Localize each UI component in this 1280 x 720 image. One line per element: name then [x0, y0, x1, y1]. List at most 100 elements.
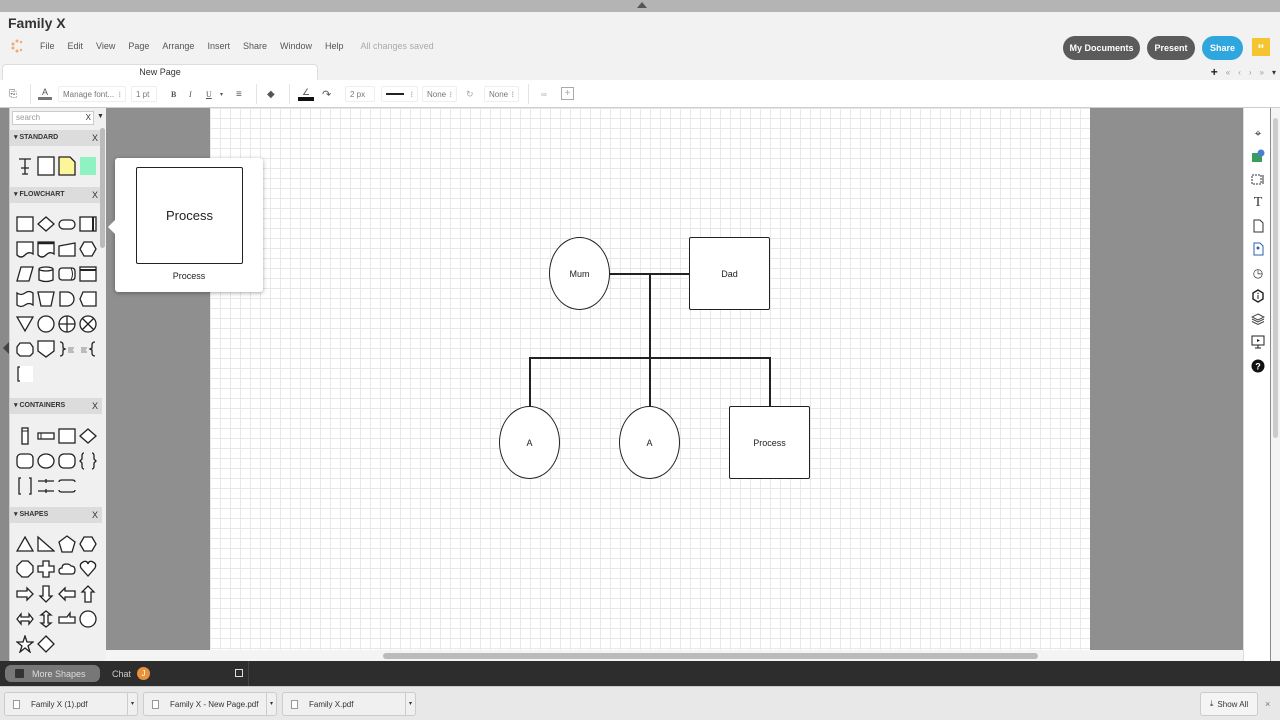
ellipse-container-icon[interactable] — [35, 448, 56, 473]
annotation-left-icon[interactable] — [77, 336, 98, 361]
comments-quote-icon[interactable]: " — [1252, 38, 1270, 57]
preview-process-shape[interactable]: Process — [136, 167, 243, 264]
shape-panel-scrollbar[interactable] — [100, 128, 105, 248]
down-arrow-icon[interactable] — [35, 581, 56, 606]
menu-page[interactable]: Page — [128, 41, 149, 51]
tag-container-icon[interactable] — [56, 448, 77, 473]
prev-page-icon[interactable]: ‹ — [1238, 68, 1241, 77]
connector-parents-children[interactable] — [649, 273, 651, 358]
horizontal-scrollbar[interactable] — [383, 653, 1038, 659]
maximize-chat-icon[interactable] — [235, 669, 243, 677]
document-image-icon[interactable] — [1250, 241, 1266, 257]
download-options-icon[interactable]: ▾ — [266, 693, 276, 715]
direct-data-icon[interactable] — [56, 261, 77, 286]
heart-shape-icon[interactable] — [77, 556, 98, 581]
close-section-icon[interactable]: X — [92, 398, 98, 414]
multi-document-icon[interactable] — [35, 236, 56, 261]
horizontal-brace-icon[interactable] — [56, 473, 77, 498]
process-shape-icon[interactable] — [14, 211, 35, 236]
diamond-shape-icon[interactable] — [35, 631, 56, 656]
page-properties-icon[interactable] — [1250, 218, 1266, 234]
line-curve-icon[interactable]: ↷ — [322, 86, 331, 102]
summing-junction-icon[interactable] — [77, 311, 98, 336]
swap-arrows-icon[interactable]: ↻ — [466, 86, 474, 102]
or-shape-icon[interactable] — [56, 311, 77, 336]
bracket-container-icon[interactable] — [14, 473, 35, 498]
more-shapes-button[interactable]: More Shapes — [5, 665, 100, 682]
shape-search-input[interactable]: search X — [12, 111, 94, 125]
image-insert-icon[interactable] — [1250, 148, 1266, 164]
download-item[interactable]: Family X - New Page.pdf ▾ — [143, 692, 277, 716]
download-options-icon[interactable]: ▾ — [405, 693, 415, 715]
text-color-button[interactable]: A — [38, 86, 52, 102]
data-shape-icon[interactable] — [14, 261, 35, 286]
text-align-icon[interactable]: ≡ — [236, 86, 242, 102]
show-all-downloads-button[interactable]: ⤓ Show All — [1200, 692, 1258, 716]
pentagon-shape-icon[interactable] — [56, 531, 77, 556]
connector-child3[interactable] — [769, 357, 771, 407]
layers-icon[interactable] — [1250, 311, 1266, 327]
pages-dropdown-icon[interactable]: ▾ — [1272, 68, 1276, 77]
rounded-container-icon[interactable] — [14, 448, 35, 473]
preparation-shape-icon[interactable] — [77, 236, 98, 261]
underline-dropdown-icon[interactable]: ▾ — [220, 86, 223, 102]
internal-storage-icon[interactable] — [77, 261, 98, 286]
arrow-start-select[interactable]: None ⁝ — [422, 86, 457, 102]
next-page-icon[interactable]: › — [1249, 68, 1252, 77]
rectangle-container-icon[interactable] — [56, 423, 77, 448]
page-size-icon[interactable] — [1250, 171, 1266, 187]
node-dad[interactable]: Dad — [689, 237, 770, 310]
horizontal-pool-icon[interactable] — [35, 423, 56, 448]
collapse-caret-icon[interactable] — [637, 2, 647, 8]
italic-button[interactable]: I — [189, 86, 192, 102]
fill-color-icon[interactable]: ◆ — [267, 86, 275, 102]
clear-search-icon[interactable]: X — [86, 112, 91, 124]
first-page-icon[interactable]: « — [1226, 68, 1230, 77]
revision-history-icon[interactable]: ◷ — [1250, 265, 1266, 281]
cloud-shape-icon[interactable] — [56, 556, 77, 581]
connector-circle-icon[interactable] — [35, 311, 56, 336]
double-arrow-horizontal-icon[interactable] — [14, 606, 35, 631]
menu-insert[interactable]: Insert — [207, 41, 230, 51]
terminator-shape-icon[interactable] — [56, 211, 77, 236]
close-section-icon[interactable]: X — [92, 130, 98, 146]
menu-help[interactable]: Help — [325, 41, 344, 51]
hexagon-shape-icon[interactable] — [14, 336, 35, 361]
close-downloads-icon[interactable]: × — [1265, 699, 1270, 709]
menu-edit[interactable]: Edit — [68, 41, 84, 51]
line-width-stepper[interactable]: 2 px — [345, 86, 375, 102]
line-color-button[interactable]: ∠ — [298, 86, 314, 102]
section-standard-header[interactable]: ▾ STANDARD X — [10, 130, 102, 146]
delay-shape-icon[interactable] — [56, 286, 77, 311]
colored-block-icon[interactable] — [77, 153, 98, 178]
insert-plus-icon[interactable]: + — [561, 87, 574, 100]
up-arrow-icon[interactable] — [77, 581, 98, 606]
predefined-process-icon[interactable] — [77, 211, 98, 236]
offpage-connector-icon[interactable] — [35, 336, 56, 361]
brace-container-icon[interactable] — [77, 448, 98, 473]
manual-input-icon[interactable] — [56, 236, 77, 261]
section-containers-header[interactable]: ▾ CONTAINERS X — [10, 398, 102, 414]
close-section-icon[interactable]: X — [92, 507, 98, 523]
bold-button[interactable]: B — [171, 86, 176, 102]
text-tool-icon[interactable]: T — [1250, 195, 1266, 211]
line-style-select[interactable]: ⁝ — [381, 86, 418, 102]
right-arrow-icon[interactable] — [14, 581, 35, 606]
my-documents-button[interactable]: My Documents — [1063, 36, 1140, 60]
circle-shape-icon[interactable] — [77, 606, 98, 631]
document-title[interactable]: Family X — [8, 15, 66, 31]
double-arrow-vertical-icon[interactable] — [35, 606, 56, 631]
paper-tape-icon[interactable] — [14, 286, 35, 311]
menu-window[interactable]: Window — [280, 41, 312, 51]
block-shape-icon[interactable] — [35, 153, 56, 178]
close-section-icon[interactable]: X — [92, 187, 98, 203]
help-icon[interactable]: ? — [1250, 358, 1266, 374]
triangle-shape-icon[interactable] — [14, 531, 35, 556]
callout-shape-icon[interactable] — [56, 606, 77, 631]
info-hexagon-icon[interactable] — [1250, 288, 1266, 304]
font-size-stepper[interactable]: 1 pt — [131, 86, 157, 102]
display-shape-icon[interactable] — [77, 286, 98, 311]
last-page-icon[interactable]: » — [1260, 68, 1264, 77]
format-painter-icon[interactable]: ⎘ — [9, 86, 17, 102]
menu-share[interactable]: Share — [243, 41, 267, 51]
